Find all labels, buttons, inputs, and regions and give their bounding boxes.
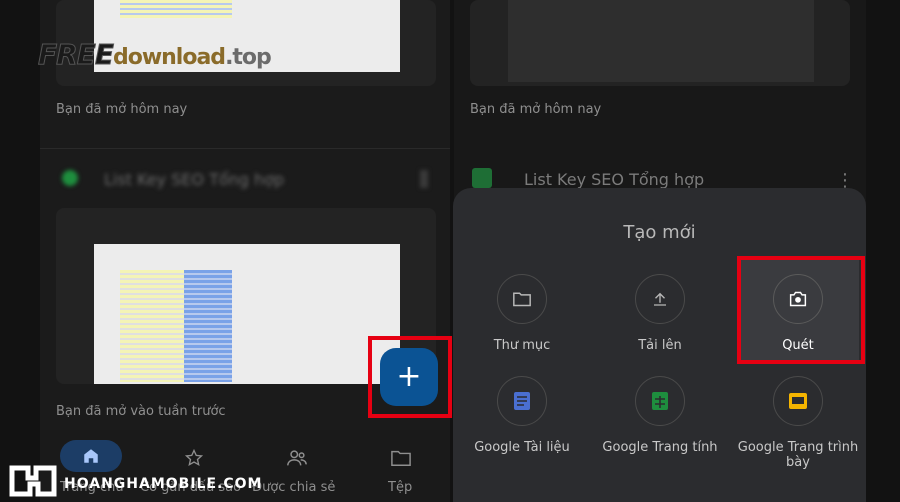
watermark: FREEdownload.top [38, 38, 272, 72]
hoanghamobile-logo-icon [9, 465, 57, 497]
file-thumbnail [508, 0, 814, 82]
google-docs-label: Google Tài liệu [474, 440, 570, 455]
watermark-free: FREE [38, 38, 115, 72]
file-title[interactable]: List Key SEO Tổng hợp [104, 170, 284, 189]
sheet-preview [120, 0, 232, 18]
nav-home[interactable] [60, 440, 122, 472]
highlight-box-scan [737, 256, 865, 364]
google-slides-label: Google Trang trình bày [737, 440, 859, 470]
brand-logo [8, 464, 58, 498]
nav-shared-label: Được chia sẻ [252, 480, 336, 495]
people-icon[interactable] [286, 447, 308, 469]
google-sheets-option[interactable]: Google Trang tính [595, 376, 725, 455]
star-icon[interactable] [184, 448, 204, 468]
brand-text: HOANGHAMOBILE.COM [64, 476, 263, 492]
file-caption: Bạn đã mở vào tuần trước [56, 404, 226, 419]
upload-icon [654, 292, 666, 306]
file-caption: Bạn đã mở hôm nay [470, 102, 602, 117]
watermark-download: download [112, 45, 226, 70]
sheets-icon [472, 168, 492, 188]
google-slides-option[interactable]: Google Trang trình bày [733, 376, 863, 470]
google-sheets-label: Google Trang tính [602, 440, 718, 455]
highlight-box-fab [368, 336, 452, 418]
google-docs-option[interactable]: Google Tài liệu [457, 376, 587, 455]
divider [40, 148, 450, 149]
more-options-icon[interactable] [420, 170, 428, 188]
upload-option[interactable]: Tải lên [595, 274, 725, 353]
create-folder-option[interactable]: Thư mục [457, 274, 587, 353]
file-caption: Bạn đã mở hôm nay [56, 102, 188, 117]
sheets-icon [62, 170, 78, 186]
slides-icon [789, 393, 807, 409]
home-icon [84, 449, 98, 463]
watermark-top: .top [225, 45, 272, 70]
upload-label: Tải lên [638, 338, 682, 353]
file-title[interactable]: List Key SEO Tổng hợp [524, 170, 704, 189]
file-card-top-right[interactable] [470, 0, 850, 86]
create-folder-label: Thư mục [493, 338, 551, 353]
sheets-icon [652, 392, 668, 410]
docs-icon [514, 392, 530, 410]
folder-icon [513, 292, 531, 307]
folder-icon[interactable] [390, 448, 412, 468]
sheet-preview-column [184, 270, 232, 382]
sheet-title: Tạo mới [623, 222, 696, 243]
file-thumbnail [94, 244, 400, 384]
nav-files-label: Tệp [388, 480, 413, 495]
